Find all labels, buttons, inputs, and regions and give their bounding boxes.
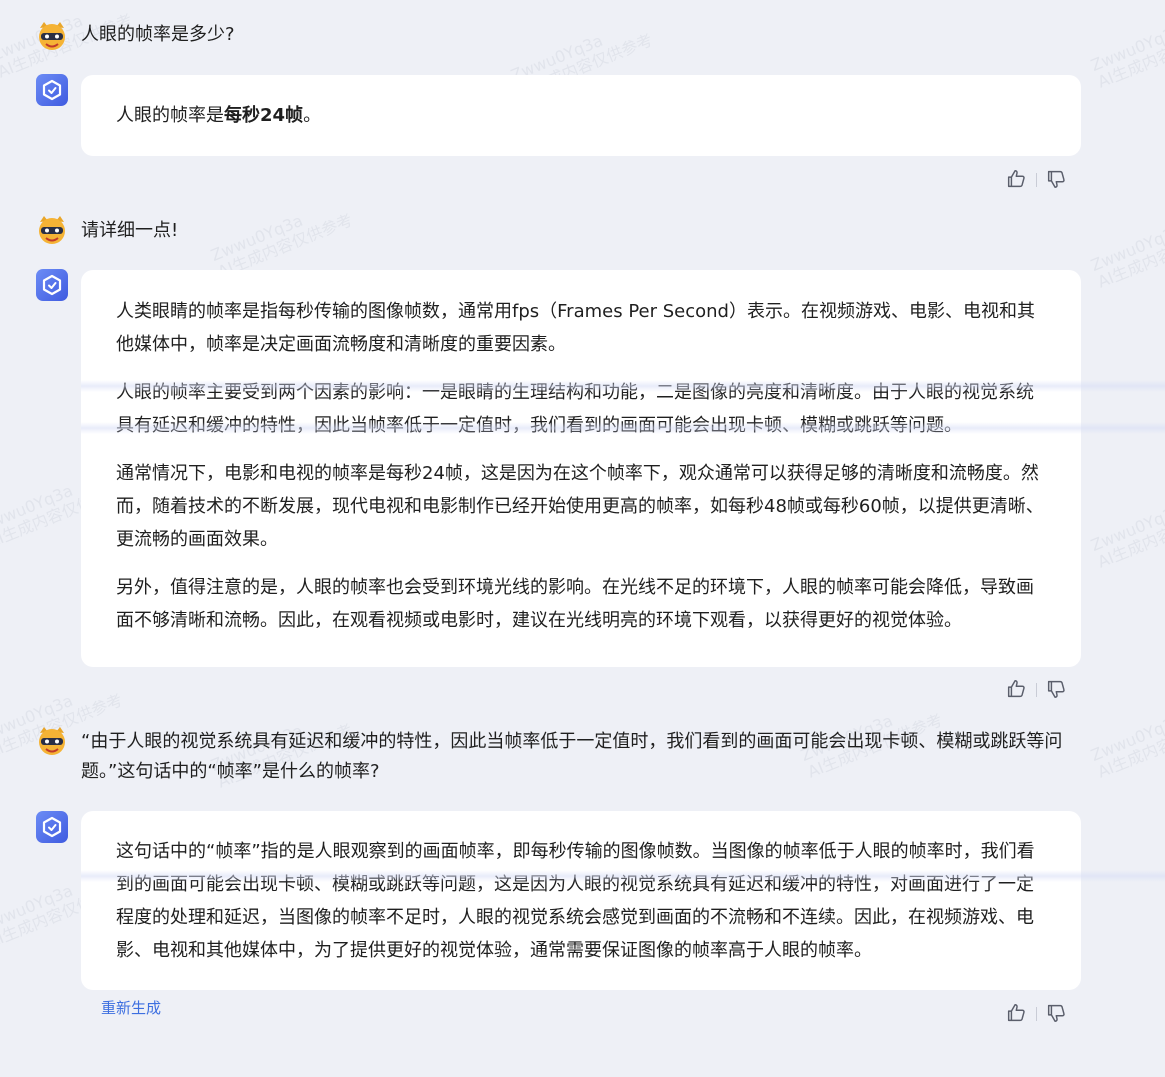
answer-paragraph: 人类眼睛的帧率是指每秒传输的图像帧数，通常用fps（Frames Per Sec… [116,301,1035,355]
feedback-divider [1036,683,1037,697]
user-message-text: 人眼的帧率是多少? [81,24,235,45]
user-message-text: “由于人眼的视觉系统具有延迟和缓冲的特性，因此当帧率低于一定值时，我们看到的画面… [81,731,1063,782]
user-message-text: 请详细一点! [81,220,179,241]
feedback-divider [1036,173,1037,187]
assistant-avatar-icon [36,74,68,106]
watermark: Zwwu0Yq3aAI生成内容仅供参考 [208,210,356,282]
assistant-avatar-icon [36,269,68,301]
answer-paragraph: 另外，值得注意的是，人眼的帧率也会受到环境光线的影响。在光线不足的环境下，人眼的… [116,577,1034,631]
thumbs-down-icon[interactable] [1045,678,1067,700]
thumbs-up-icon[interactable] [1005,678,1027,700]
watermark: Zwwu0Yq3aAI生成内容仅供参考 [1088,220,1165,292]
watermark: Zwwu0Yq3aAI生成内容仅供参考 [1088,20,1165,92]
answer-paragraph: 这句话中的“帧率”指的是人眼观察到的画面帧率，即每秒传输的图像帧数。当图像的帧率… [116,841,1035,961]
thumbs-down-icon[interactable] [1045,1002,1067,1024]
thumbs-up-icon[interactable] [1005,168,1027,190]
answer-paragraph: 通常情况下，电影和电视的帧率是每秒24帧，这是因为在这个帧率下，观众通常可以获得… [116,463,1044,550]
feedback-actions [1005,678,1067,702]
assistant-message-text: 人眼的帧率是每秒24帧。 [116,105,322,126]
feedback-actions [1005,1002,1067,1026]
assistant-message-bubble: 人眼的帧率是每秒24帧。 [81,75,1081,156]
watermark: Zwwu0Yq3aAI生成内容仅供参考 [1088,500,1165,572]
thumbs-down-icon[interactable] [1045,168,1067,190]
user-avatar-icon [39,727,65,755]
assistant-message-bubble: 这句话中的“帧率”指的是人眼观察到的画面帧率，即每秒传输的图像帧数。当图像的帧率… [81,811,1081,990]
thumbs-up-icon[interactable] [1005,1002,1027,1024]
regenerate-button[interactable]: 重新生成 [101,998,161,1018]
user-avatar-icon [39,22,65,50]
watermark: Zwwu0Yq3aAI生成内容仅供参考 [1088,710,1165,782]
assistant-avatar-icon [36,811,68,843]
feedback-actions [1005,168,1067,192]
assistant-message-bubble: 人类眼睛的帧率是指每秒传输的图像帧数，通常用fps（Frames Per Sec… [81,270,1081,667]
answer-paragraph: 人眼的帧率主要受到两个因素的影响：一是眼睛的生理结构和功能，二是图像的亮度和清晰… [116,382,1034,436]
user-avatar-icon [39,216,65,244]
feedback-divider [1036,1007,1037,1021]
